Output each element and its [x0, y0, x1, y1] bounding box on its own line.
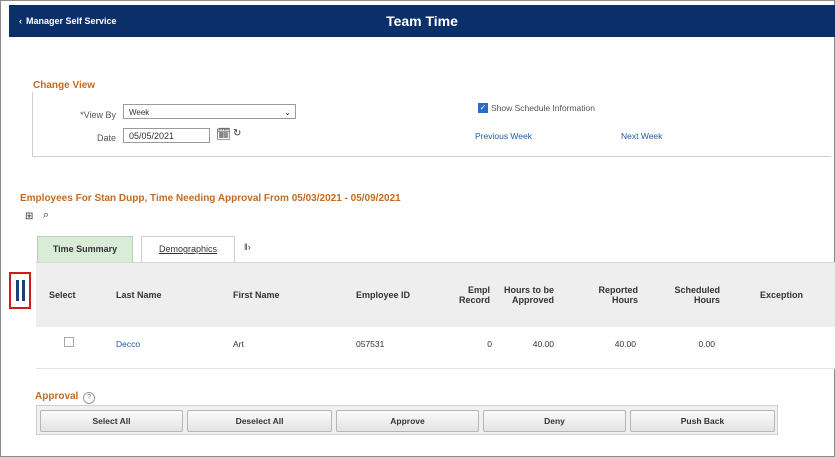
- col-scheduled-hours-line2: Hours: [693, 295, 720, 305]
- row-scheduled-hours: 0.00: [698, 339, 715, 349]
- row-last-name-link[interactable]: Decco: [116, 339, 140, 349]
- select-all-button[interactable]: Select All: [40, 410, 183, 432]
- col-empl-record-line1: Empl: [467, 285, 490, 295]
- view-by-value: Week: [129, 108, 150, 117]
- col-hours-to-approve-line1: Hours to be: [503, 285, 554, 295]
- previous-week-link[interactable]: Previous Week: [475, 131, 532, 141]
- col-select: Select: [49, 290, 76, 300]
- refresh-icon[interactable]: ↻: [233, 128, 241, 139]
- row-first-name: Art: [233, 339, 244, 349]
- search-icon[interactable]: ⌕: [43, 209, 49, 222]
- page-title: Team Time: [386, 13, 458, 29]
- row-hours-to-approve: 40.00: [532, 339, 554, 349]
- col-reported-hours-line1: Reported: [598, 285, 638, 295]
- date-label: Date: [96, 133, 116, 143]
- col-scheduled-hours[interactable]: Scheduled Hours: [656, 285, 720, 305]
- grid-personalize-icon[interactable]: ⊞: [25, 211, 33, 222]
- approval-title-text: Approval: [35, 391, 79, 402]
- deny-button[interactable]: Deny: [483, 410, 626, 432]
- show-schedule-label: Show Schedule Information: [491, 103, 595, 113]
- calendar-icon[interactable]: 🗓: [216, 127, 231, 141]
- pause-handle-bar: [22, 280, 25, 301]
- deselect-all-button[interactable]: Deselect All: [187, 410, 332, 432]
- tab-demographics[interactable]: Demographics: [141, 236, 235, 262]
- employees-section-title: Employees For Stan Dupp, Time Needing Ap…: [20, 193, 401, 204]
- page-header: ‹ Manager Self Service Team Time: [9, 5, 835, 37]
- change-view-box: [32, 92, 831, 157]
- col-hours-to-approve-line2: Approved: [511, 295, 554, 305]
- page-frame: [0, 0, 835, 457]
- tab-time-summary[interactable]: Time Summary: [37, 236, 133, 262]
- approve-button[interactable]: Approve: [336, 410, 479, 432]
- push-back-button[interactable]: Push Back: [630, 410, 775, 432]
- view-by-select[interactable]: Week ⌄: [123, 104, 296, 119]
- col-last-name[interactable]: Last Name: [116, 290, 162, 300]
- col-scheduled-hours-line1: Scheduled: [674, 285, 720, 295]
- col-hours-to-approve[interactable]: Hours to be Approved: [494, 285, 554, 305]
- table-row: [36, 327, 835, 369]
- change-view-title: Change View: [33, 80, 96, 91]
- column-handle[interactable]: [9, 272, 31, 309]
- help-icon[interactable]: ?: [83, 392, 96, 404]
- chevron-down-icon: ⌄: [284, 108, 291, 117]
- show-all-columns-icon[interactable]: ‖›: [244, 242, 251, 252]
- pause-handle-icon: [16, 280, 19, 301]
- row-reported-hours: 40.00: [614, 339, 636, 349]
- col-first-name[interactable]: First Name: [233, 290, 280, 300]
- col-employee-id[interactable]: Employee ID: [356, 290, 410, 300]
- row-select-checkbox[interactable]: [64, 337, 74, 347]
- view-by-label: *View By: [80, 110, 116, 120]
- row-employee-id: 057531: [356, 339, 385, 349]
- col-exception[interactable]: Exception: [760, 290, 803, 300]
- next-week-link[interactable]: Next Week: [621, 131, 662, 141]
- date-input[interactable]: 05/05/2021: [123, 128, 210, 143]
- col-empl-record-line2: Record: [458, 295, 490, 305]
- approval-title: Approval ?: [35, 391, 96, 404]
- row-empl-record: 0: [487, 339, 492, 349]
- col-reported-hours-line2: Hours: [611, 295, 638, 305]
- col-empl-record[interactable]: Empl Record: [440, 285, 490, 305]
- col-reported-hours[interactable]: Reported Hours: [584, 285, 638, 305]
- show-schedule-checkbox[interactable]: ✓: [478, 103, 488, 113]
